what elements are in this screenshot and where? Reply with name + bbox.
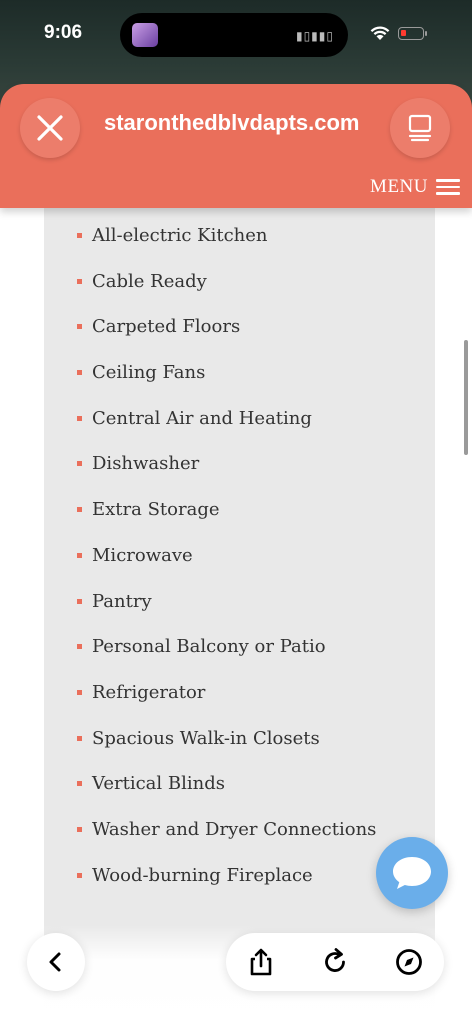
browser-actions-bar <box>226 933 444 991</box>
bullet-icon <box>77 735 82 741</box>
bullet-icon <box>77 324 82 330</box>
audio-waveform-icon: ▮▯▮▮▯ <box>295 29 334 43</box>
list-item: Carpeted Floors <box>44 311 435 342</box>
list-item: Dishwasher <box>44 448 435 479</box>
bullet-icon <box>77 552 82 558</box>
status-time: 9:06 <box>44 22 83 43</box>
tabs-button[interactable] <box>390 98 450 158</box>
chevron-left-icon <box>49 952 61 972</box>
chat-button[interactable] <box>376 837 448 909</box>
url-address[interactable]: staronthedblvdapts.com <box>104 110 384 136</box>
list-item: Central Air and Heating <box>44 403 435 434</box>
chat-bubble-icon <box>393 857 431 889</box>
back-button[interactable] <box>27 933 85 991</box>
scrollbar[interactable] <box>464 340 468 455</box>
list-item: All-electric Kitchen <box>44 220 435 251</box>
list-item: Pantry <box>44 586 435 617</box>
list-item: Ceiling Fans <box>44 357 435 388</box>
close-icon <box>37 115 63 141</box>
bullet-icon <box>77 598 82 604</box>
bullet-icon <box>77 461 82 467</box>
list-item: Spacious Walk-in Closets <box>44 723 435 754</box>
wifi-icon <box>370 26 390 40</box>
menu-button[interactable]: MENU <box>370 176 460 198</box>
list-item: Microwave <box>44 540 435 571</box>
bullet-icon <box>77 872 82 878</box>
battery-level <box>401 30 406 36</box>
close-button[interactable] <box>20 98 80 158</box>
tabs-icon <box>408 114 432 142</box>
bullet-icon <box>77 689 82 695</box>
amenities-panel: All-electric Kitchen Cable Ready Carpete… <box>44 208 435 1024</box>
battery-icon <box>398 27 427 40</box>
share-button[interactable] <box>245 946 277 978</box>
now-playing-artwork <box>132 23 158 47</box>
share-icon <box>250 948 272 976</box>
bullet-icon <box>77 233 82 238</box>
bullet-icon <box>77 415 82 421</box>
menu-label: MENU <box>370 176 428 197</box>
compass-icon <box>396 949 422 975</box>
list-item: Extra Storage <box>44 494 435 525</box>
dynamic-island[interactable]: ▮▯▮▮▯ <box>120 13 348 57</box>
site-header: staronthedblvdapts.com MENU <box>0 84 472 208</box>
amenities-list: All-electric Kitchen Cable Ready Carpete… <box>44 220 435 905</box>
list-item: Washer and Dryer Connections <box>44 814 435 845</box>
bullet-icon <box>77 826 82 832</box>
bullet-icon <box>77 781 82 787</box>
list-item: Vertical Blinds <box>44 768 435 799</box>
reload-icon <box>325 948 345 972</box>
bullet-icon <box>77 644 82 650</box>
reload-button[interactable] <box>319 946 351 978</box>
list-item: Cable Ready <box>44 266 435 297</box>
hamburger-icon <box>436 179 460 195</box>
list-item: Refrigerator <box>44 677 435 708</box>
bullet-icon <box>77 278 82 284</box>
bullet-icon <box>77 370 82 376</box>
list-item: Personal Balcony or Patio <box>44 631 435 662</box>
bullet-icon <box>77 507 82 513</box>
safari-button[interactable] <box>393 946 425 978</box>
